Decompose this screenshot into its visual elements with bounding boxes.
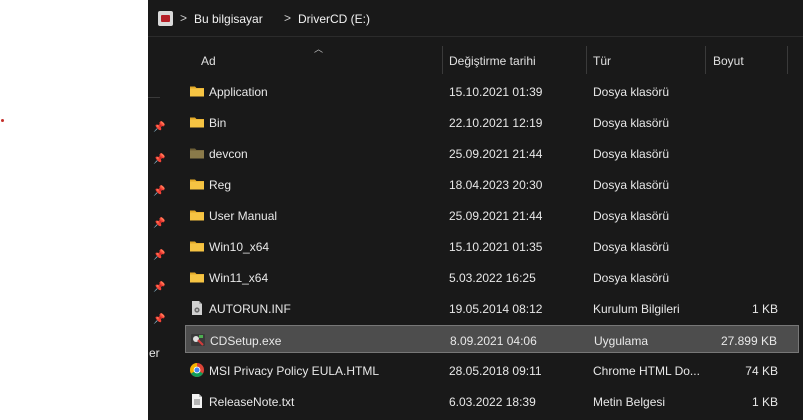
file-modified-date: 25.09.2021 21:44 [449, 147, 543, 161]
column-header-row: ︿ Ad Değiştirme tarihi Tür Boyut [176, 44, 803, 74]
file-modified-date: 28.05.2018 09:11 [449, 364, 542, 378]
pin-icon[interactable]: 📌 [153, 186, 165, 198]
file-size: 1 KB [751, 395, 778, 409]
file-size: 1 KB [751, 302, 778, 316]
file-row[interactable]: AUTORUN.INF 19.05.2014 08:12 Kurulum Bilgi… [185, 294, 799, 322]
pin-icon[interactable]: 📌 [153, 282, 165, 294]
pin-icon[interactable]: 📌 [153, 154, 165, 166]
file-name: Bin [209, 116, 227, 130]
file-type: Dosya klasörü [593, 209, 670, 223]
breadcrumb-chevron-icon[interactable]: > [284, 11, 291, 25]
file-row[interactable]: Application 15.10.2021 01:39 Dosya klasörü [185, 77, 799, 105]
column-header-name[interactable]: Ad [201, 54, 216, 68]
file-modified-date: 6.03.2022 18:39 [449, 395, 536, 409]
breadcrumb-drive[interactable]: DriverCD (E:) [298, 12, 370, 26]
file-modified-date: 15.10.2021 01:39 [449, 85, 543, 99]
desktop-marker-dot [1, 119, 4, 122]
file-name: AUTORUN.INF [209, 302, 291, 316]
file-modified-date: 22.10.2021 12:19 [449, 116, 543, 130]
file-type: Dosya klasörü [593, 147, 670, 161]
file-type: Uygulama [594, 334, 649, 348]
file-modified-date: 19.05.2014 08:12 [449, 302, 543, 316]
column-divider[interactable] [787, 46, 788, 74]
file-modified-date: 15.10.2021 01:35 [449, 240, 543, 254]
column-header-type[interactable]: Tür [593, 54, 611, 68]
file-type: Dosya klasörü [593, 116, 670, 130]
folder-icon [189, 238, 205, 254]
file-modified-date: 8.09.2021 04:06 [450, 334, 537, 348]
desktop-background-area [0, 0, 148, 420]
column-divider[interactable] [586, 46, 587, 74]
file-type: Metin Belgesi [593, 395, 666, 409]
file-modified-date: 5.03.2022 16:25 [449, 271, 536, 285]
file-type: Chrome HTML Do... [593, 364, 700, 378]
folder-dark-icon [189, 145, 205, 161]
file-size: 74 KB [745, 364, 778, 378]
column-divider[interactable] [705, 46, 706, 74]
file-type: Dosya klasörü [593, 271, 670, 285]
folder-icon [189, 83, 205, 99]
file-type: Dosya klasörü [593, 178, 670, 192]
folder-icon [189, 114, 205, 130]
column-header-size[interactable]: Boyut [713, 54, 744, 68]
file-row[interactable]: Win10_x64 15.10.2021 01:35 Dosya klasörü [185, 232, 799, 260]
column-header-date[interactable]: Değiştirme tarihi [449, 54, 536, 68]
file-row[interactable]: Bin 22.10.2021 12:19 Dosya klasörü [185, 108, 799, 136]
pin-icon[interactable]: 📌 [153, 314, 165, 326]
chrome-icon [189, 362, 205, 378]
file-row[interactable]: CDSetup.exe 8.09.2021 04:06 Uygulama 27.899… [185, 325, 799, 353]
text-file-icon [189, 393, 205, 409]
navigation-pane[interactable]: 📌 📌 📌 📌 📌 📌 📌 er [148, 37, 176, 420]
file-name: MSI Privacy Policy EULA.HTML [209, 364, 380, 378]
file-modified-date: 18.04.2023 20:30 [449, 178, 543, 192]
file-type: Dosya klasörü [593, 85, 670, 99]
file-name: Application [209, 85, 268, 99]
breadcrumb-chevron-icon[interactable]: > [180, 11, 187, 25]
exe-icon [190, 332, 206, 348]
file-row[interactable]: Reg 18.04.2023 20:30 Dosya klasörü [185, 170, 799, 198]
nav-item-label[interactable]: er [149, 346, 160, 360]
pin-icon[interactable]: 📌 [153, 218, 165, 230]
folder-icon [189, 269, 205, 285]
address-bar[interactable]: > Bu bilgisayar > DriverCD (E:) [148, 0, 803, 37]
file-modified-date: 25.09.2021 21:44 [449, 209, 543, 223]
inf-file-icon [189, 300, 205, 316]
file-name: Reg [209, 178, 232, 192]
file-name: ReleaseNote.txt [209, 395, 295, 409]
folder-icon [189, 207, 205, 223]
column-divider[interactable] [442, 46, 443, 74]
nav-divider [148, 97, 160, 98]
file-name: devcon [209, 147, 248, 161]
file-name: CDSetup.exe [210, 334, 282, 348]
file-type: Kurulum Bilgileri [593, 302, 680, 316]
sort-ascending-icon: ︿ [314, 44, 324, 54]
pin-icon[interactable]: 📌 [153, 250, 165, 262]
breadcrumb-this-pc[interactable]: Bu bilgisayar [194, 12, 263, 26]
file-row[interactable]: User Manual 25.09.2021 21:44 Dosya klasörü [185, 201, 799, 229]
file-name: Win10_x64 [209, 240, 270, 254]
folder-icon [189, 176, 205, 192]
file-row[interactable]: MSI Privacy Policy EULA.HTML 28.05.2018 0… [185, 356, 799, 384]
pin-icon[interactable]: 📌 [153, 122, 165, 134]
file-type: Dosya klasörü [593, 240, 670, 254]
file-row[interactable]: devcon 25.09.2021 21:44 Dosya klasörü [185, 139, 799, 167]
file-name: Win11_x64 [209, 271, 269, 285]
file-name: User Manual [209, 209, 278, 223]
file-size: 27.899 KB [720, 334, 777, 348]
file-row[interactable]: ReleaseNote.txt 6.03.2022 18:39 Metin Belg… [185, 387, 799, 415]
drive-icon[interactable] [158, 11, 173, 26]
file-row[interactable]: Win11_x64 5.03.2022 16:25 Dosya klasörü [185, 263, 799, 291]
